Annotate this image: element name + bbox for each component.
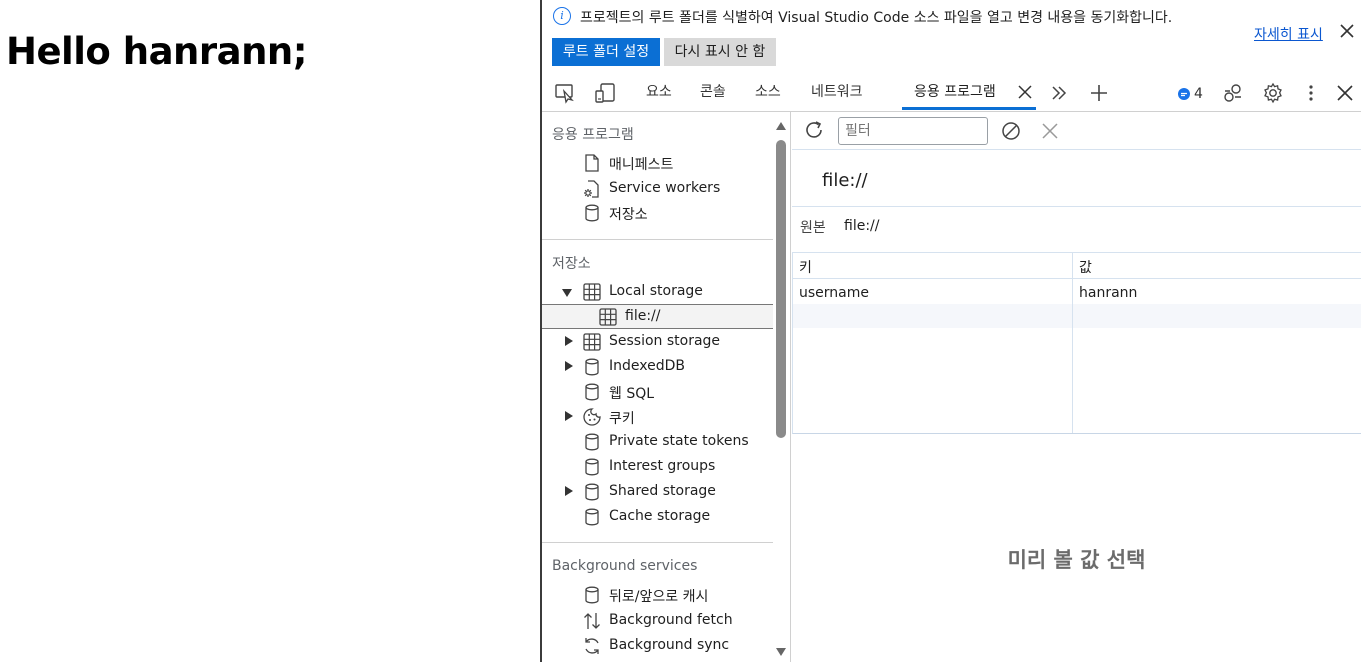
storage-table: 키 값 username hanrann <box>792 252 1361 434</box>
origin-value: file:// <box>844 218 880 234</box>
gear-icon[interactable] <box>1262 82 1284 104</box>
infobar-message: 프로젝트의 루트 폴더를 식별하여 Visual Studio Code 소스 … <box>580 10 1173 26</box>
expand-arrow-shared-storage[interactable] <box>565 486 573 496</box>
empty-table-row <box>793 304 1361 328</box>
database-icon <box>582 507 602 527</box>
gear-document-icon <box>582 179 602 199</box>
tab-sources[interactable]: 소스 <box>755 81 781 101</box>
preview-placeholder: 미리 볼 값 선택 <box>1007 548 1146 572</box>
expand-arrow-indexeddb[interactable] <box>565 361 573 371</box>
database-icon <box>582 482 602 502</box>
tab-console[interactable]: 콘솔 <box>700 81 726 101</box>
issues-icon[interactable] <box>1176 86 1192 102</box>
arrows-updown-icon <box>582 611 602 631</box>
issues-count[interactable]: 4 <box>1194 86 1203 102</box>
filter-input[interactable] <box>838 117 988 145</box>
storage-toolbar <box>792 112 1361 150</box>
inspected-page: Hello hanrann; <box>0 0 540 662</box>
delete-selected-icon[interactable] <box>1040 121 1062 143</box>
devtools-toolbar: 요소 콘솔 소스 네트워크 응용 프로그램 4 <box>542 70 1361 112</box>
database-icon <box>582 432 602 452</box>
scroll-up-arrow[interactable] <box>776 122 786 130</box>
info-icon: i <box>553 7 571 25</box>
devtools-panel: i 프로젝트의 루트 폴더를 식별하여 Visual Studio Code 소… <box>540 0 1361 662</box>
add-tab-icon[interactable] <box>1088 82 1110 104</box>
close-icon[interactable] <box>1338 22 1356 40</box>
origin-title: file:// <box>822 170 868 191</box>
table-icon <box>598 307 618 327</box>
scroll-down-arrow[interactable] <box>776 648 786 656</box>
database-icon <box>582 585 602 605</box>
table-icon <box>582 332 602 352</box>
more-options-icon[interactable] <box>1300 82 1322 104</box>
tab-network[interactable]: 네트워크 <box>811 81 863 101</box>
expand-arrow-session-storage[interactable] <box>565 336 573 346</box>
database-icon <box>582 357 602 377</box>
expand-arrow-cookies[interactable] <box>565 411 573 421</box>
sidebar-scroll-thumb[interactable] <box>776 140 786 438</box>
database-icon <box>582 382 602 402</box>
database-icon <box>582 457 602 477</box>
origin-label: 원본 <box>800 220 826 236</box>
set-root-folder-button[interactable]: 루트 폴더 설정 <box>552 38 660 66</box>
origin-row: 원본 file:// <box>792 206 1361 252</box>
workspace-infobar: i 프로젝트의 루트 폴더를 식별하여 Visual Studio Code 소… <box>542 0 1361 70</box>
column-header-key[interactable]: 키 <box>799 257 812 277</box>
application-sidebar: 응용 프로그램 매니페스트 Service workers 저장소 저장소 Lo… <box>542 112 791 662</box>
tab-application[interactable]: 응용 프로그램 <box>914 81 996 101</box>
close-tab-icon[interactable] <box>1016 83 1038 105</box>
table-icon <box>582 282 602 302</box>
cookie-icon <box>582 407 602 427</box>
refresh-icon[interactable] <box>803 119 825 141</box>
expand-arrow-local-storage[interactable] <box>562 289 572 297</box>
dont-show-again-button[interactable]: 다시 표시 안 함 <box>664 38 776 66</box>
page-heading: Hello hanrann; <box>6 30 308 73</box>
inspect-element-icon[interactable] <box>554 82 576 104</box>
table-header: 키 값 <box>793 253 1361 279</box>
device-toolbar-icon[interactable] <box>594 82 616 104</box>
section-application: 응용 프로그램 <box>552 127 634 143</box>
close-devtools-icon[interactable] <box>1334 82 1356 104</box>
row-key-cell[interactable]: username <box>799 285 869 301</box>
active-tab-indicator <box>902 107 1036 110</box>
column-header-value[interactable]: 값 <box>1079 257 1092 277</box>
document-icon <box>582 153 602 173</box>
tab-elements[interactable]: 요소 <box>646 81 672 101</box>
learn-more-link[interactable]: 자세히 표시 <box>1254 24 1323 44</box>
storage-view: file:// 원본 file:// 키 값 username hanrann … <box>792 112 1361 662</box>
column-separator[interactable] <box>1072 253 1073 433</box>
clear-all-icon[interactable] <box>1000 120 1022 142</box>
more-tabs-icon[interactable] <box>1048 82 1070 104</box>
sidebar-divider <box>542 542 773 543</box>
database-icon <box>582 203 602 223</box>
sidebar-divider <box>542 239 773 240</box>
sync-icon <box>582 636 602 656</box>
section-background-services: Background services <box>552 558 698 574</box>
section-storage: 저장소 <box>552 256 591 272</box>
customize-icon[interactable] <box>1222 82 1244 104</box>
row-value-cell[interactable]: hanrann <box>1079 285 1137 301</box>
